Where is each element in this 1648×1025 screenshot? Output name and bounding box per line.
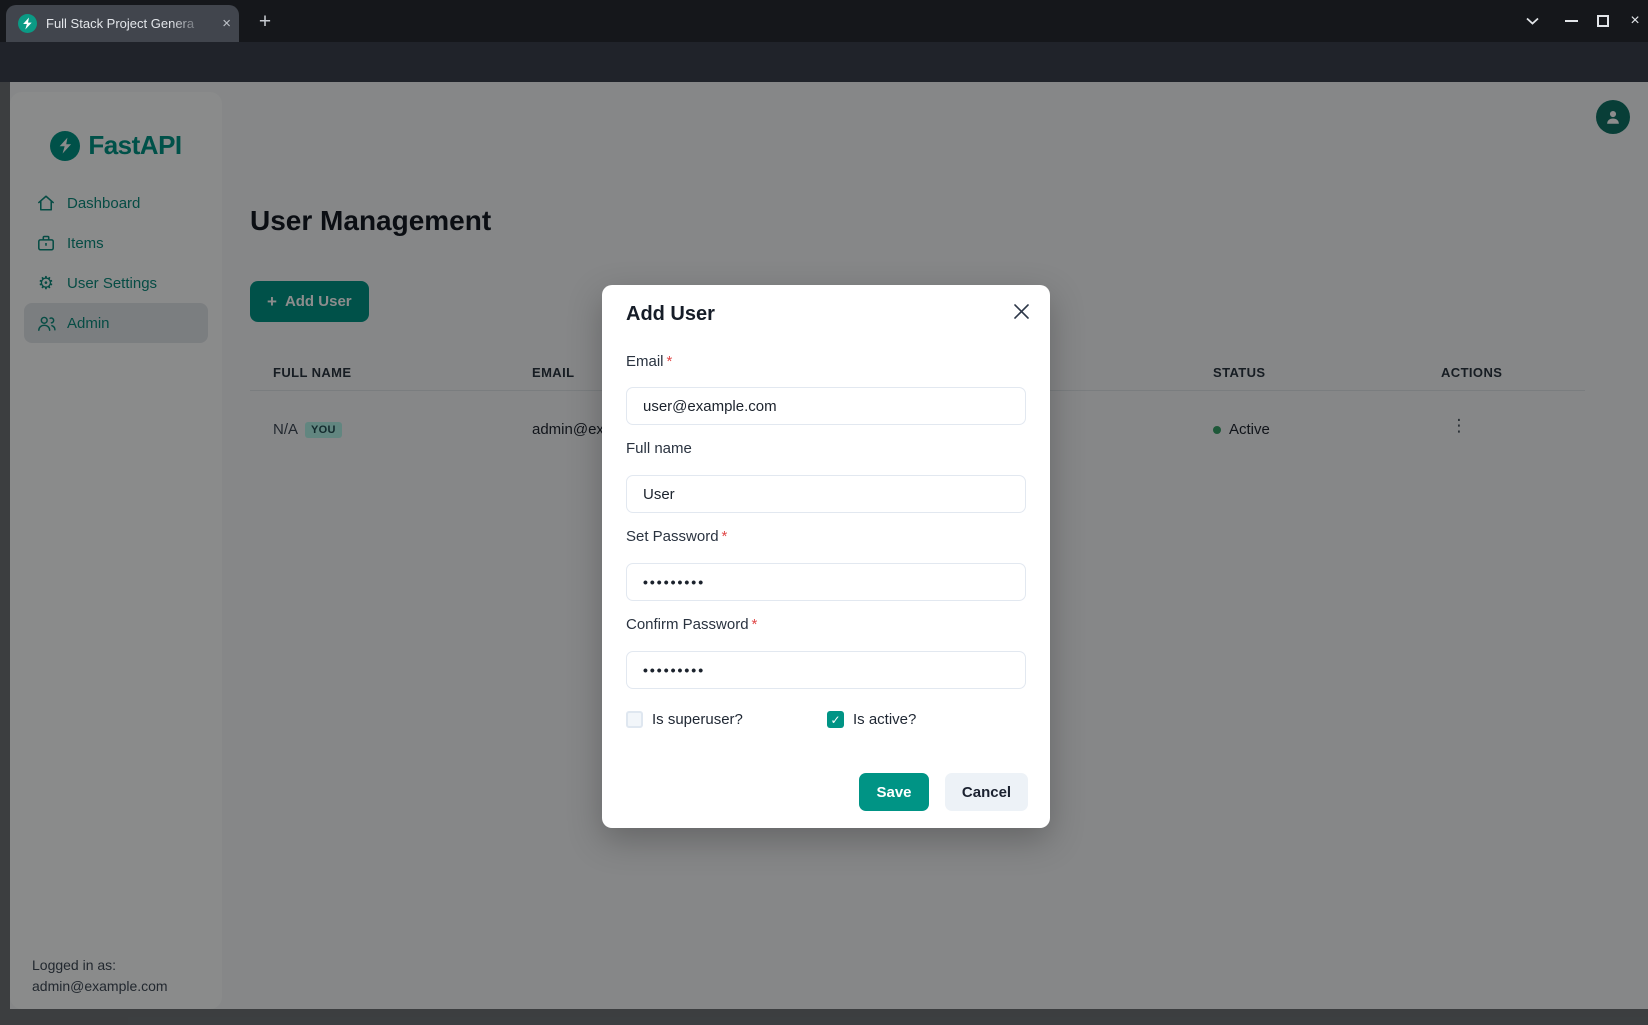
set-password-field[interactable] [626, 563, 1026, 601]
checkbox-row: Is superuser? ✓ Is active? [626, 711, 1026, 733]
required-marker: * [667, 353, 673, 370]
window-close-button[interactable]: × [1624, 10, 1646, 32]
email-label: Email* [626, 353, 672, 370]
tab-title: Full Stack Project Genera [46, 16, 206, 31]
tab-close-icon[interactable]: × [222, 16, 231, 31]
window-minimize-button[interactable] [1560, 10, 1582, 32]
modal-title: Add User [626, 303, 715, 326]
is-active-checkbox[interactable]: ✓ [827, 711, 844, 728]
required-marker: * [752, 616, 758, 633]
tab-bar: Full Stack Project Genera × + × [0, 0, 1648, 42]
modal-close-icon[interactable] [1007, 297, 1035, 325]
is-superuser-checkbox-group[interactable]: Is superuser? [626, 711, 743, 728]
is-superuser-checkbox[interactable] [626, 711, 643, 728]
window-maximize-button[interactable] [1592, 10, 1614, 32]
is-active-checkbox-group[interactable]: ✓ Is active? [827, 711, 916, 728]
required-marker: * [722, 528, 728, 545]
full-name-label: Full name [626, 440, 692, 457]
fastapi-favicon-icon [18, 14, 37, 33]
browser-tab[interactable]: Full Stack Project Genera × [6, 5, 239, 42]
browser-toolbar: ↻ i localhost/admin 1 [0, 42, 1648, 82]
confirm-password-label: Confirm Password* [626, 616, 757, 633]
is-superuser-label: Is superuser? [652, 711, 743, 728]
confirm-password-field[interactable] [626, 651, 1026, 689]
email-field[interactable] [626, 387, 1026, 425]
new-tab-button[interactable]: + [252, 10, 278, 36]
set-password-label: Set Password* [626, 528, 727, 545]
add-user-modal: Add User Email* Full name Set Password* … [602, 285, 1050, 828]
full-name-field[interactable] [626, 475, 1026, 513]
browser-window: Full Stack Project Genera × + × ↻ i loca… [0, 0, 1648, 1025]
save-button[interactable]: Save [859, 773, 929, 811]
is-active-label: Is active? [853, 711, 916, 728]
cancel-button[interactable]: Cancel [945, 773, 1028, 811]
window-chevron-down-icon[interactable] [1521, 10, 1543, 32]
